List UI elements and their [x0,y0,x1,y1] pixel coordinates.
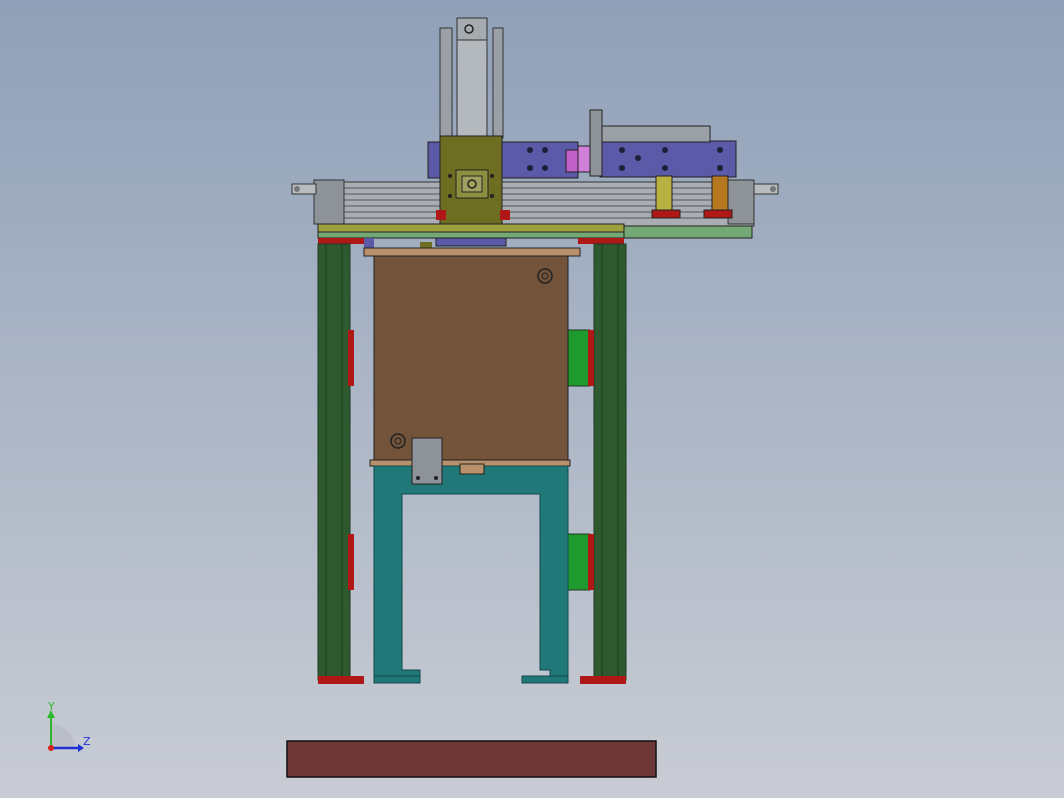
carriage-pad [436,210,446,220]
olive-carriage [439,135,503,229]
machine-front-view: Y Z [0,0,1064,798]
vertical-cylinder [439,17,504,139]
cad-viewport[interactable]: Y Z [0,0,1064,798]
brown-housing [363,247,581,467]
triad-y-label: Y [47,700,55,713]
horizontal-rail-assembly [291,179,779,227]
carriage-pad [500,210,510,220]
triad-z-label: Z [83,735,91,748]
base-plate [286,740,657,778]
